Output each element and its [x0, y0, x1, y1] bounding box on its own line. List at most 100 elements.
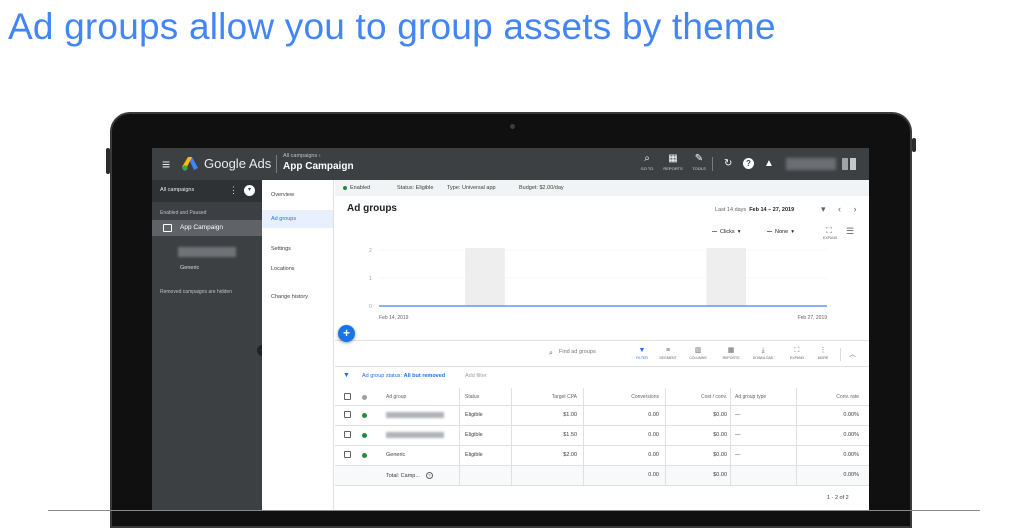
nav-item-settings[interactable]: Settings [271, 246, 291, 252]
download-icon: ⤓ [761, 347, 765, 354]
webcam [510, 124, 515, 129]
slide-title: Ad groups allow you to group assets by t… [8, 6, 776, 47]
add-filter-link[interactable]: Add filter [465, 373, 487, 379]
avatar[interactable] [842, 158, 848, 170]
main-content: Enabled Status: Eligible Type: Universal… [335, 180, 869, 510]
row-checkbox[interactable] [344, 451, 351, 458]
chart-settings-icon[interactable]: ☰ [846, 226, 854, 237]
row-conversions: 0.00 [648, 432, 659, 438]
date-navigation[interactable]: ▾ ‹ › [821, 204, 862, 215]
metric-primary-select[interactable]: Clicks ▾ [712, 229, 741, 235]
laptop-side-button [106, 148, 110, 174]
row-conv-rate: 0.00% [843, 412, 859, 418]
nav-item-overview[interactable]: Overview [271, 192, 294, 198]
columns-button[interactable]: ▥ COLUMNS [687, 346, 709, 360]
select-all-checkbox[interactable] [344, 393, 351, 400]
column-header-target-cpa[interactable]: Target CPA [552, 394, 577, 400]
sidenav-item-app-campaign[interactable]: App Campaign [152, 220, 262, 236]
expand-button[interactable]: ⛶ EXPAND [786, 346, 808, 360]
nav-item-locations[interactable]: Locations [271, 266, 295, 272]
column-header-ad-group-type[interactable]: Ad group type [735, 394, 766, 400]
sidenav-item-redacted[interactable] [178, 247, 236, 257]
row-checkbox[interactable] [344, 431, 351, 438]
row-ad-group-type: — [735, 452, 741, 458]
row-conv-rate: 0.00% [843, 452, 859, 458]
goto-button[interactable]: ⌕ GO TO [634, 153, 660, 175]
refresh-icon[interactable]: ↻ [724, 158, 732, 170]
row-conv-rate: 0.00% [843, 432, 859, 438]
table-row[interactable]: Generic Eligible $2.00 0.00 $0.00 — 0.00… [335, 446, 869, 466]
top-bar: ≡ Google Ads All campaigns › App Campaig… [152, 148, 869, 180]
filter-button[interactable]: ▼ FILTER [631, 346, 653, 360]
menu-icon[interactable]: ≡ [162, 157, 170, 171]
table-row[interactable]: Eligible $1.00 0.00 $0.00 — 0.00% [335, 406, 869, 426]
filter-bar: ▼ Ad group status: All but removed Add f… [335, 366, 869, 384]
sidenav-section-label: Enabled and Paused [160, 210, 207, 216]
account-info[interactable] [786, 158, 836, 170]
help-icon[interactable]: ? [425, 472, 433, 479]
wrench-icon: ✎ [694, 153, 704, 164]
tools-button[interactable]: ✎ TOOLS [686, 153, 712, 175]
total-cost-per-conv: $0.00 [713, 472, 727, 478]
find-ad-groups-input[interactable] [559, 349, 619, 355]
performance-chart: 2 1 0 Feb 14, 2019 Feb 27, 2019 [369, 248, 827, 321]
nav-item-ad-groups[interactable]: Ad groups [262, 210, 333, 228]
pagination: 1 - 2 of 2 [827, 495, 849, 501]
table-header-row: Ad group Status Target CPA Conversions C… [335, 388, 869, 406]
enabled-status-dot[interactable] [362, 413, 367, 418]
row-target-cpa[interactable]: $1.00 [563, 412, 577, 418]
campaign-status-bar: Enabled Status: Eligible Type: Universal… [335, 180, 869, 196]
column-header-conv-rate[interactable]: Conv. rate [836, 394, 859, 400]
download-button[interactable]: ⤓ DOWNLOAD [752, 346, 774, 360]
row-ad-group-name[interactable]: Generic [386, 452, 405, 458]
more-button[interactable]: ⋮ MORE [812, 346, 834, 360]
campaign-icon [163, 224, 172, 232]
column-header-cost-per-conv[interactable]: Cost / conv. [701, 394, 727, 400]
segment-button[interactable]: ≡ SEGMENT [657, 346, 679, 360]
sidenav-header: All campaigns ⋮ ▾ [152, 180, 262, 202]
removed-campaigns-note: Removed campaigns are hidden [160, 289, 232, 295]
total-label: Total: Camp...? [386, 472, 433, 479]
sidenav-item-generic[interactable]: Generic [180, 265, 199, 271]
row-target-cpa[interactable]: $2.00 [563, 452, 577, 458]
nav-item-change-history[interactable]: Change history [271, 294, 308, 300]
all-campaigns-link[interactable]: All campaigns [160, 187, 194, 193]
budget[interactable]: Budget: $2.00/day [519, 185, 564, 191]
enabled-status-dot[interactable] [362, 453, 367, 458]
help-icon[interactable]: ? [743, 158, 754, 169]
metric-secondary-select[interactable]: None ▾ [767, 229, 794, 235]
enabled-status-dot[interactable] [362, 433, 367, 438]
chart-expand-button[interactable]: ⛶ EXPAND [823, 226, 837, 240]
row-ad-group-type: — [735, 412, 741, 418]
row-target-cpa[interactable]: $1.50 [563, 432, 577, 438]
breadcrumb[interactable]: All campaigns › [283, 153, 321, 159]
reports-button[interactable]: ▦ REPORTS [720, 346, 742, 360]
notifications-icon[interactable]: ▲ [764, 158, 774, 170]
column-header-ad-group[interactable]: Ad group [386, 394, 406, 400]
chevron-up-icon[interactable]: ︿ [849, 349, 856, 359]
ad-group-name-redacted[interactable] [386, 432, 444, 438]
reports-icon: ▦ [727, 347, 735, 354]
more-vert-icon[interactable]: ⋮ [229, 185, 238, 196]
chevron-down-icon[interactable]: ▾ [244, 185, 255, 196]
column-header-status[interactable]: Status [465, 394, 479, 400]
status-filter-chip[interactable]: Ad group status: All but removed [362, 373, 445, 379]
avatar[interactable] [850, 158, 856, 170]
date-range-picker[interactable]: Last 14 days Feb 14 – 27, 2019 [715, 207, 794, 213]
column-header-conversions[interactable]: Conversions [631, 394, 659, 400]
row-checkbox[interactable] [344, 411, 351, 418]
page-title: Ad groups [347, 203, 397, 214]
metric-secondary-swatch [767, 230, 772, 233]
ad-group-name-redacted[interactable] [386, 412, 444, 418]
table-row[interactable]: Eligible $1.50 0.00 $0.00 — 0.00% [335, 426, 869, 446]
reports-button[interactable]: ▦ REPORTS [660, 153, 686, 175]
enabled-status-dot [343, 186, 347, 190]
row-cost-per-conv: $0.00 [713, 452, 727, 458]
add-ad-group-button[interactable]: + [338, 325, 355, 342]
divider [276, 155, 277, 173]
y-tick-label: 1 [369, 276, 372, 282]
table-toolbar: ⌕ ▼FILTER ≡SEGMENT ▥COLUMNS ▦REPORTS ⤓DO… [335, 340, 869, 366]
laptop-side-button [912, 138, 916, 152]
enabled-status[interactable]: Enabled [350, 185, 370, 191]
total-conv-rate: 0.00% [843, 472, 859, 478]
